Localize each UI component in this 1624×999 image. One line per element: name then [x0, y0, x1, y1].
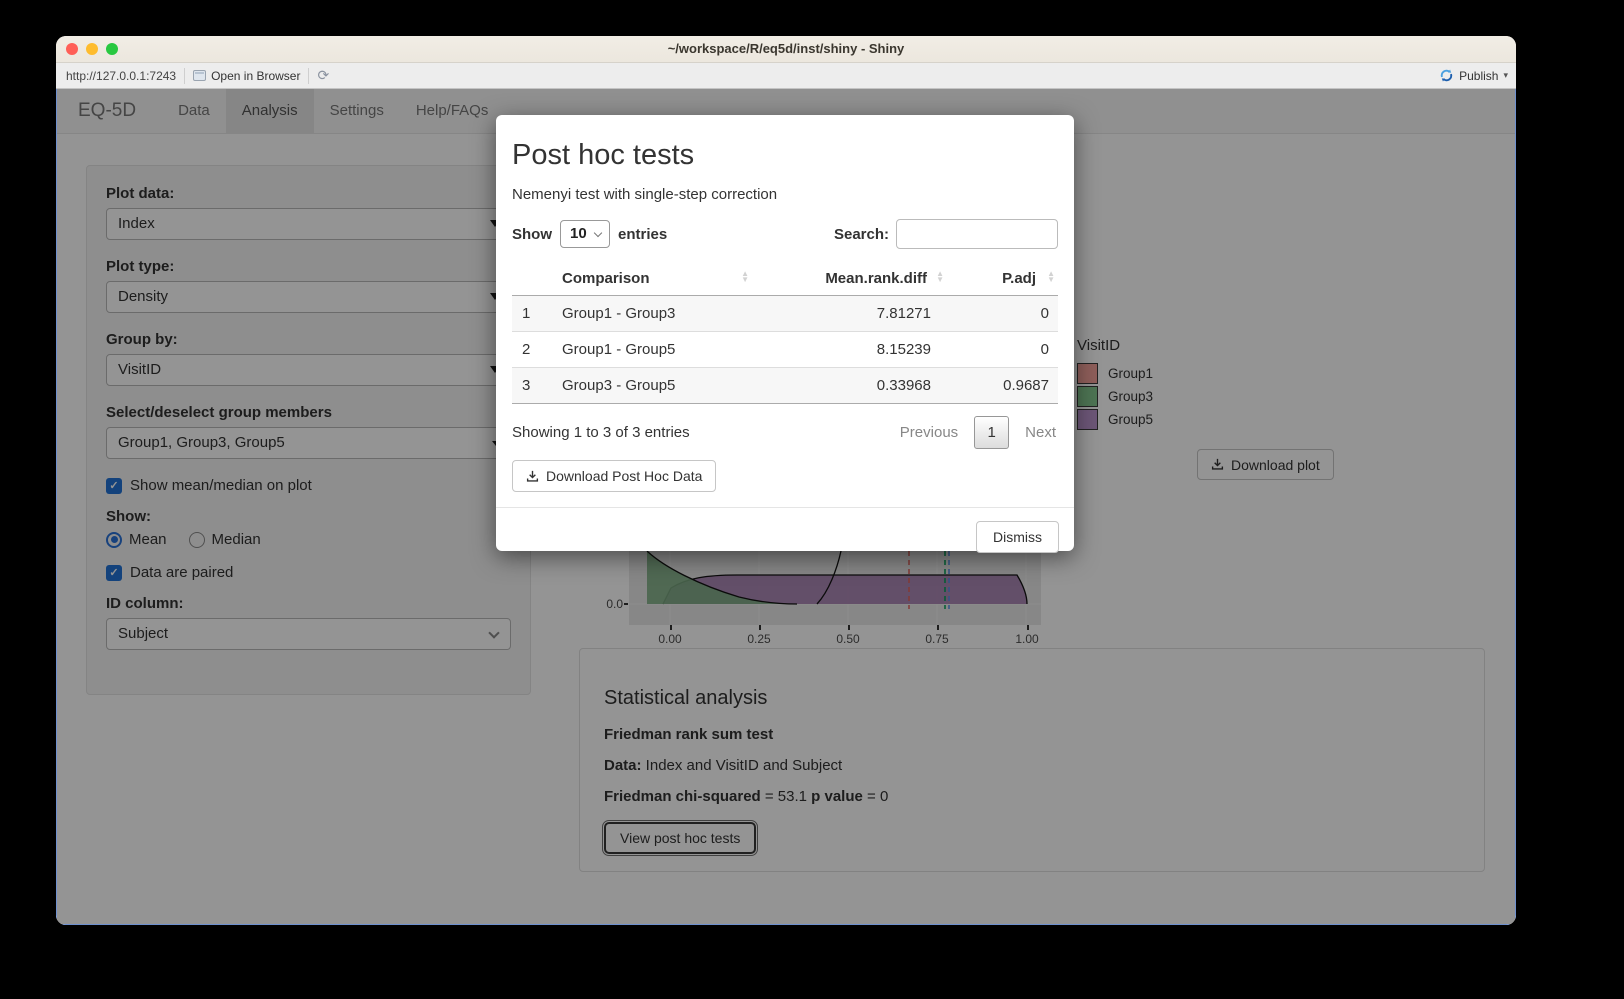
table-row[interactable]: 3 Group3 - Group5 0.33968 0.9687 [512, 368, 1058, 404]
header-mean-rank-diff[interactable]: Mean.rank.diff ▲▼ [752, 262, 947, 296]
chevron-down-icon: ▾ [1503, 70, 1508, 81]
table-row[interactable]: 1 Group1 - Group3 7.81271 0 [512, 296, 1058, 332]
toolbar-divider [184, 68, 185, 84]
download-post-hoc-label: Download Post Hoc Data [546, 468, 702, 484]
next-page-button[interactable]: Next [1023, 420, 1058, 445]
table-header-row: Comparison ▲▼ Mean.rank.diff ▲▼ P.adj ▲▼ [512, 262, 1058, 296]
current-page-button[interactable]: 1 [974, 416, 1009, 449]
download-icon [526, 470, 539, 483]
page-length-control: Show 10 entries [512, 220, 667, 248]
publish-icon [1439, 68, 1454, 83]
header-row-index[interactable] [512, 262, 552, 296]
traffic-lights [66, 43, 118, 55]
download-post-hoc-button[interactable]: Download Post Hoc Data [512, 460, 716, 492]
window-title: ~/workspace/R/eq5d/inst/shiny - Shiny [56, 36, 1516, 62]
showing-entries-text: Showing 1 to 3 of 3 entries [512, 424, 690, 441]
previous-page-button[interactable]: Previous [898, 420, 960, 445]
browser-window-icon [193, 70, 206, 81]
close-window-button[interactable] [66, 43, 78, 55]
pagination: Previous 1 Next [898, 416, 1058, 449]
show-label: Show [512, 226, 552, 243]
desktop: ~/workspace/R/eq5d/inst/shiny - Shiny ht… [0, 0, 1624, 999]
table-footer-controls: Showing 1 to 3 of 3 entries Previous 1 N… [512, 416, 1058, 449]
chevron-down-icon [594, 229, 602, 237]
open-in-browser-label: Open in Browser [211, 69, 300, 83]
zoom-window-button[interactable] [106, 43, 118, 55]
url-text: http://127.0.0.1:7243 [64, 69, 176, 83]
sort-icon: ▲▼ [1047, 271, 1055, 282]
sort-icon: ▲▼ [936, 271, 944, 282]
datatable-controls: Show 10 entries Search: [512, 219, 1058, 249]
open-in-browser-button[interactable]: Open in Browser [193, 69, 300, 83]
search-label: Search: [834, 226, 889, 243]
header-comparison[interactable]: Comparison ▲▼ [552, 262, 752, 296]
entries-label: entries [618, 226, 667, 243]
page-length-value: 10 [570, 225, 587, 242]
modal-title: Post hoc tests [512, 139, 1058, 172]
modal-footer: Dismiss [496, 507, 1074, 566]
app-content: EQ-5D Data Analysis Settings Help/FAQs P… [56, 89, 1516, 925]
sort-icon: ▲▼ [741, 271, 749, 282]
refresh-icon[interactable]: ⟳ [317, 67, 329, 84]
post-hoc-modal: Post hoc tests Nemenyi test with single-… [496, 115, 1074, 551]
search-input[interactable] [896, 219, 1058, 249]
page-length-select[interactable]: 10 [560, 220, 610, 248]
table-row[interactable]: 2 Group1 - Group5 8.15239 0 [512, 332, 1058, 368]
header-p-adj[interactable]: P.adj ▲▼ [947, 262, 1058, 296]
minimize-window-button[interactable] [86, 43, 98, 55]
modal-subtitle: Nemenyi test with single-step correction [512, 186, 1058, 203]
window-titlebar: ~/workspace/R/eq5d/inst/shiny - Shiny [56, 36, 1516, 63]
publish-button[interactable]: Publish ▾ [1439, 68, 1508, 83]
post-hoc-table: Comparison ▲▼ Mean.rank.diff ▲▼ P.adj ▲▼ [512, 262, 1058, 404]
toolbar-divider [308, 68, 309, 84]
search-control: Search: [834, 219, 1058, 249]
app-window: ~/workspace/R/eq5d/inst/shiny - Shiny ht… [56, 36, 1516, 925]
dismiss-button[interactable]: Dismiss [976, 521, 1059, 553]
viewer-toolbar: http://127.0.0.1:7243 Open in Browser ⟳ … [56, 63, 1516, 89]
publish-label: Publish [1459, 69, 1498, 83]
